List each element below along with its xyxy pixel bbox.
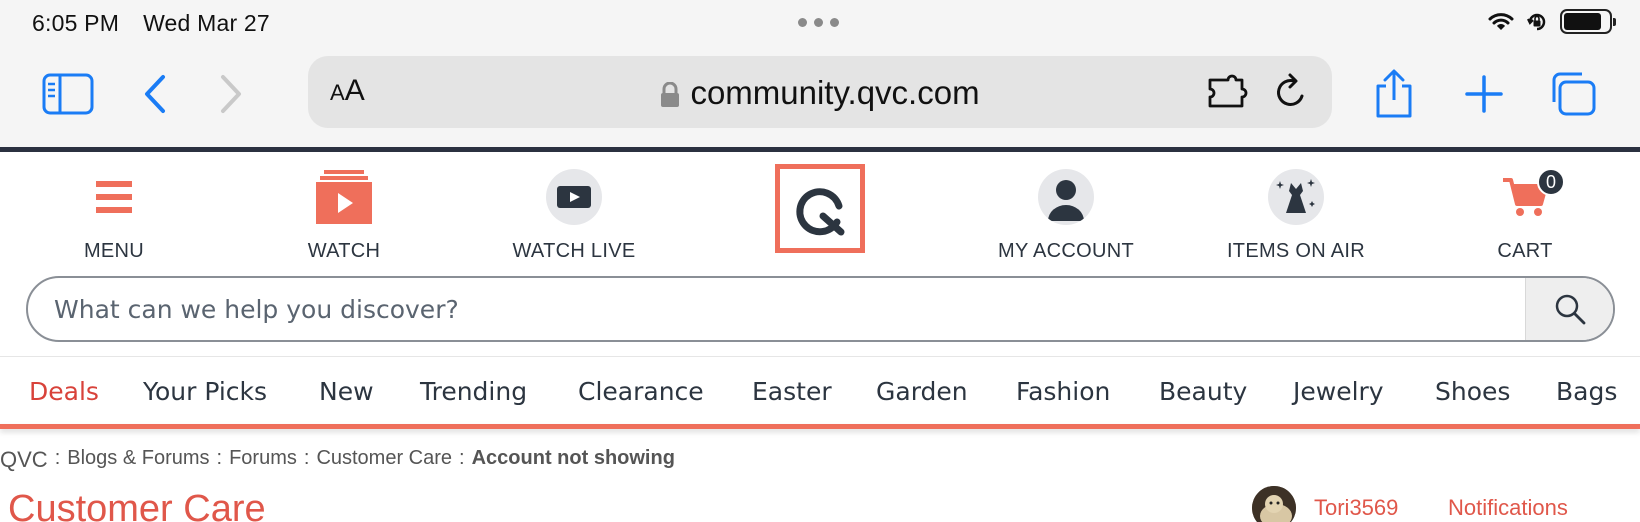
category-clearance[interactable]: Clearance bbox=[578, 377, 704, 406]
orientation-lock-icon bbox=[1527, 13, 1546, 30]
lock-icon bbox=[661, 82, 680, 108]
nav-cart[interactable]: 0 CART bbox=[1435, 158, 1615, 263]
back-chevron-icon[interactable] bbox=[126, 66, 182, 122]
extensions-puzzle-icon[interactable] bbox=[1206, 72, 1250, 117]
username-link[interactable]: Tori3569 bbox=[1314, 495, 1398, 521]
breadcrumb-separator: : bbox=[54, 447, 61, 469]
nav-my-account[interactable]: MY ACCOUNT bbox=[976, 158, 1156, 263]
share-icon[interactable] bbox=[1366, 66, 1422, 122]
category-trending[interactable]: Trending bbox=[420, 377, 527, 406]
nav-label: WATCH LIVE bbox=[512, 240, 636, 262]
hamburger-icon bbox=[24, 158, 204, 236]
nav-items-on-air[interactable]: ITEMS ON AIR bbox=[1206, 158, 1386, 263]
play-stack-icon bbox=[254, 158, 434, 236]
chrome-divider bbox=[0, 147, 1640, 152]
breadcrumb-forums[interactable]: Forums bbox=[229, 447, 297, 469]
url-display[interactable]: community.qvc.com bbox=[308, 74, 1332, 112]
breadcrumb-blogs-forums[interactable]: Blogs & Forums bbox=[67, 447, 209, 469]
breadcrumb-customer-care[interactable]: Customer Care bbox=[316, 447, 452, 469]
nav-label: WATCH bbox=[307, 240, 381, 262]
nav-label: ITEMS ON AIR bbox=[1226, 240, 1366, 262]
wifi-icon bbox=[1488, 12, 1514, 30]
category-jewelry[interactable]: Jewelry bbox=[1293, 377, 1384, 406]
dress-sparkle-icon bbox=[1206, 158, 1386, 236]
breadcrumb: QVC: Blogs & Forums: Forums: Customer Care:… bbox=[0, 444, 675, 472]
live-tv-icon bbox=[484, 158, 664, 236]
category-shoes[interactable]: Shoes bbox=[1435, 377, 1510, 406]
nav-label: MY ACCOUNT bbox=[998, 240, 1134, 262]
nav-menu[interactable]: MENU bbox=[24, 158, 204, 263]
clock-date: Wed Mar 27 bbox=[143, 10, 270, 36]
notifications-link[interactable]: Notifications bbox=[1448, 495, 1568, 521]
search-button[interactable] bbox=[1525, 278, 1613, 340]
category-your-picks[interactable]: Your Picks bbox=[143, 377, 267, 406]
cart-count-badge: 0 bbox=[1537, 168, 1565, 196]
clock-time: 6:05 PM bbox=[32, 10, 120, 36]
category-bags[interactable]: Bags bbox=[1556, 377, 1617, 406]
category-new[interactable]: New bbox=[319, 377, 374, 406]
search-icon bbox=[1555, 294, 1585, 325]
nav-watch-live[interactable]: WATCH LIVE bbox=[484, 158, 664, 263]
breadcrumb-separator: : bbox=[216, 447, 223, 469]
forward-chevron-icon[interactable] bbox=[204, 66, 260, 122]
category-fashion[interactable]: Fashion bbox=[1016, 377, 1110, 406]
url-text: community.qvc.com bbox=[690, 74, 980, 111]
avatar[interactable] bbox=[1252, 486, 1296, 522]
battery-icon bbox=[1560, 9, 1616, 34]
address-bar[interactable]: AA community.qvc.com bbox=[308, 56, 1332, 128]
breadcrumb-separator: : bbox=[459, 447, 465, 469]
nav-label: MENU bbox=[83, 240, 145, 262]
nav-watch[interactable]: WATCH bbox=[254, 158, 434, 263]
category-deals[interactable]: Deals bbox=[29, 377, 99, 406]
nav-label: CART bbox=[1497, 240, 1553, 262]
page-title: Customer Care bbox=[8, 488, 266, 522]
search-input[interactable] bbox=[54, 278, 1454, 340]
category-beauty[interactable]: Beauty bbox=[1159, 377, 1247, 406]
browser-chrome: 6:05 PM Wed Mar 27 AA community.qvc.com bbox=[0, 0, 1640, 148]
reload-icon[interactable] bbox=[1274, 72, 1310, 117]
status-icons bbox=[1488, 9, 1616, 34]
category-easter[interactable]: Easter bbox=[752, 377, 832, 406]
cart-icon bbox=[1435, 158, 1615, 236]
qvc-logo-icon[interactable] bbox=[775, 164, 865, 253]
sidebar-toggle-icon[interactable] bbox=[40, 66, 96, 122]
breadcrumb-root[interactable]: QVC bbox=[0, 447, 48, 472]
breadcrumb-current: Account not showing bbox=[471, 447, 675, 469]
status-time: 6:05 PM Wed Mar 27 bbox=[32, 10, 270, 37]
category-nav: Deals Your Picks New Trending Clearance … bbox=[0, 356, 1640, 426]
category-nav-underline bbox=[0, 424, 1640, 429]
user-icon bbox=[976, 158, 1156, 236]
breadcrumb-separator: : bbox=[303, 447, 310, 469]
tabs-overview-icon[interactable] bbox=[1545, 66, 1601, 122]
multitasking-dots-icon[interactable] bbox=[798, 18, 839, 27]
search-bar bbox=[26, 276, 1615, 342]
new-tab-plus-icon[interactable] bbox=[1456, 66, 1512, 122]
category-garden[interactable]: Garden bbox=[876, 377, 968, 406]
